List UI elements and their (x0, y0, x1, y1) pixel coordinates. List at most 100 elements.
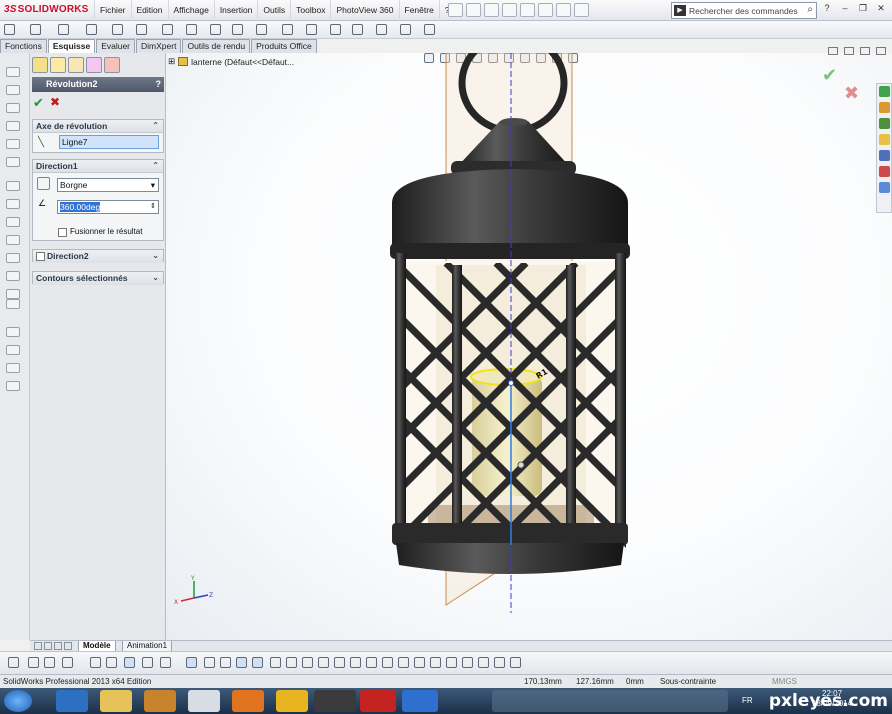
smart-dimension-icon[interactable] (4, 24, 15, 35)
lantern-base-ring[interactable] (392, 523, 628, 545)
pattern-icon[interactable] (6, 199, 20, 209)
search-input[interactable]: Rechercher des commandes (689, 6, 798, 16)
split-icon[interactable] (6, 381, 20, 391)
filter-icon[interactable] (366, 657, 377, 668)
filter-icon[interactable] (382, 657, 393, 668)
filter-icon[interactable] (252, 657, 263, 668)
sweep-icon[interactable] (6, 103, 20, 113)
tab-item[interactable]: Fonctions (0, 39, 47, 53)
filter-icon[interactable] (510, 657, 521, 668)
camera-app-icon[interactable] (314, 690, 356, 712)
filter-icon[interactable] (398, 657, 409, 668)
filter-icon[interactable] (204, 657, 215, 668)
mirror-icon[interactable] (424, 24, 435, 35)
lantern-dome[interactable] (392, 169, 628, 250)
axis-group-header[interactable]: Axe de révolution ⌃ (33, 120, 163, 133)
filter-icon[interactable] (160, 657, 171, 668)
direction2-header[interactable]: Direction2 ⌄ (33, 250, 163, 263)
filter-icon[interactable] (270, 657, 281, 668)
filter-icon[interactable] (236, 657, 247, 668)
tab-item[interactable]: Outils de rendu (182, 39, 251, 53)
search-scope-icon[interactable]: ▶ (674, 5, 686, 16)
revolve-icon[interactable] (6, 85, 20, 95)
curves-icon[interactable] (6, 345, 20, 355)
dome-icon[interactable] (6, 289, 20, 299)
view-palette-icon[interactable] (879, 134, 890, 145)
rectangle-icon[interactable] (86, 24, 97, 35)
text-icon[interactable] (306, 24, 317, 35)
menu-item[interactable]: Fenêtre (398, 0, 439, 21)
help-icon[interactable]: ? (820, 3, 834, 14)
start-button[interactable] (4, 690, 32, 712)
filter-icon[interactable] (318, 657, 329, 668)
last-tab-icon[interactable] (64, 642, 72, 650)
notification-bar[interactable] (492, 690, 728, 712)
custom-properties-icon[interactable] (879, 166, 890, 177)
wrap-icon[interactable] (6, 271, 20, 281)
menu-item[interactable]: Insertion (213, 0, 258, 21)
command-search[interactable]: ▶ Rechercher des commandes ⌕ (671, 2, 817, 19)
rib-icon[interactable] (6, 217, 20, 227)
solidworks-logo[interactable]: 3SSOLIDWORKS (4, 4, 89, 15)
shell-icon[interactable] (6, 253, 20, 263)
internet-explorer-icon[interactable] (56, 690, 88, 712)
dimxpert-manager-icon[interactable] (86, 57, 102, 73)
design-library-icon[interactable] (879, 102, 890, 113)
axis-field[interactable]: Ligne7 (59, 135, 159, 149)
direction2-group[interactable]: Direction2 ⌄ (32, 249, 164, 263)
filter-icon[interactable] (414, 657, 425, 668)
direction1-header[interactable]: Direction1 ⌃ (33, 160, 163, 173)
next-tab-icon[interactable] (54, 642, 62, 650)
solidworks-taskbar-icon[interactable] (360, 690, 396, 712)
minimize-button[interactable]: – (838, 3, 852, 14)
filter-icon[interactable] (186, 657, 197, 668)
filter-icon[interactable] (478, 657, 489, 668)
configuration-manager-icon[interactable] (68, 57, 84, 73)
end-condition-select[interactable]: Borgne ▾ (57, 178, 159, 192)
menu-item[interactable]: Edition (130, 0, 168, 21)
filter-icon[interactable] (462, 657, 473, 668)
options-icon[interactable] (574, 3, 589, 17)
display-manager-icon[interactable] (104, 57, 120, 73)
contours-group[interactable]: Contours sélectionnés ⌄ (32, 271, 164, 285)
line-icon[interactable] (58, 24, 69, 35)
filter-icon[interactable] (28, 657, 39, 668)
ok-button[interactable]: ✔ (33, 95, 44, 111)
lantern-model[interactable]: R1 Y Z X (166, 53, 892, 640)
filter-icon[interactable] (446, 657, 457, 668)
filter-icon[interactable] (220, 657, 231, 668)
feature-manager-icon[interactable] (32, 57, 48, 73)
collapse-icon[interactable]: ⌃ (152, 120, 159, 132)
arc-icon[interactable] (162, 24, 173, 35)
filter-icon[interactable] (334, 657, 345, 668)
menu-item[interactable]: PhotoView 360 (330, 0, 398, 21)
forum-icon[interactable] (879, 182, 890, 193)
tab-item[interactable]: Evaluer (96, 39, 136, 53)
tab-item[interactable]: DimXpert (136, 39, 182, 53)
filter-icon[interactable] (494, 657, 505, 668)
spinner-icon[interactable]: ⇕ (150, 201, 156, 213)
menu-item[interactable]: Affichage (167, 0, 214, 21)
filter-icon[interactable] (44, 657, 55, 668)
appearances-icon[interactable] (879, 150, 890, 161)
language-indicator[interactable]: FR (742, 696, 753, 705)
extrude-icon[interactable] (6, 67, 20, 77)
angle-input[interactable]: 360.00deg ⇕ (57, 200, 159, 214)
rebuild-icon[interactable] (556, 3, 571, 17)
fillet-feature-icon[interactable] (6, 181, 20, 191)
filter-icon[interactable] (350, 657, 361, 668)
plane-icon[interactable] (282, 24, 293, 35)
solidworks-resources-icon[interactable] (879, 86, 890, 97)
contours-header[interactable]: Contours sélectionnés ⌄ (33, 272, 163, 285)
undo-icon[interactable] (520, 3, 535, 17)
cut-icon[interactable] (6, 157, 20, 167)
filter-icon[interactable] (302, 657, 313, 668)
slot-icon[interactable] (112, 24, 123, 35)
graphics-area[interactable]: ⊞ lanterne (Défaut<<Défaut... ✔ ✖ R1 Y Z… (166, 47, 892, 640)
menu-item[interactable]: Toolbox (290, 0, 330, 21)
cancel-button[interactable]: ✖ (50, 95, 60, 109)
print-icon[interactable] (502, 3, 517, 17)
select-icon[interactable] (538, 3, 553, 17)
mirror-feature-icon[interactable] (6, 299, 20, 309)
close-button[interactable]: ✕ (874, 3, 888, 14)
